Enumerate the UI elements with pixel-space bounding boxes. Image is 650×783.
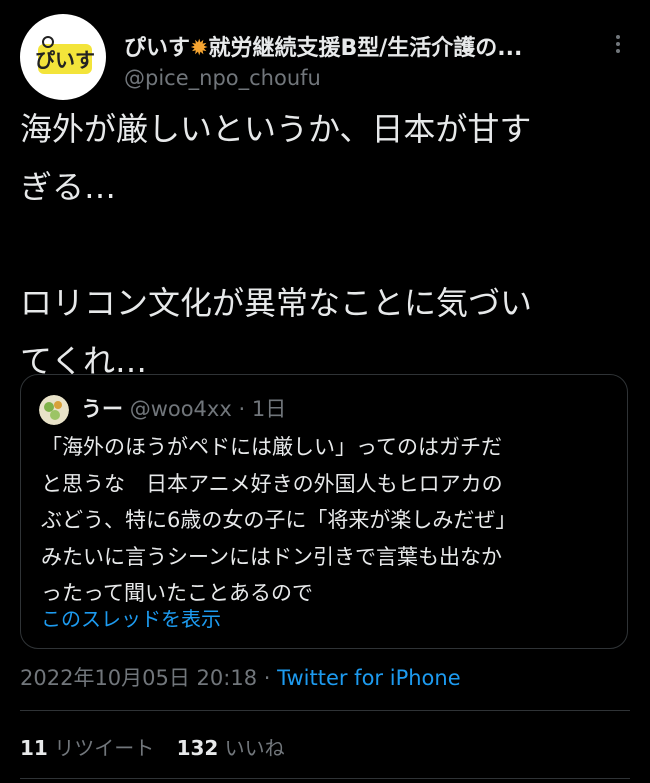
retweets-stat[interactable]: 11 リツイート (20, 736, 154, 760)
likes-stat[interactable]: 132 いいね (177, 736, 285, 760)
quote-author-name[interactable]: うー (81, 397, 123, 421)
author-name[interactable]: ぴいす✹就労継続支援B型/生活介護の... (124, 30, 580, 62)
tweet-timestamp-line: 2022年10月05日 20:18 · Twitter for iPhone (20, 662, 461, 692)
divider (20, 778, 630, 779)
quote-avatar[interactable] (39, 395, 69, 425)
sun-emoji-icon: ✹ (190, 36, 209, 61)
quoted-tweet[interactable]: うー @woo4xx · 1日 「海外のほうがペドには厳しい」ってのはガチだ と… (20, 374, 628, 649)
divider (20, 710, 630, 711)
tweet-source-link[interactable]: Twitter for iPhone (277, 666, 461, 690)
quote-time: 1日 (251, 397, 287, 421)
tweet-stats: 11 リツイート 132 いいね (20, 732, 301, 761)
quote-author-handle: @woo4xx (129, 397, 232, 421)
quote-header: うー @woo4xx · 1日 (81, 393, 286, 423)
tweet-text: 海外が厳しいというか、日本が甘す ぎる… ロリコン文化が異常なことに気づい てく… (20, 110, 533, 380)
avatar-logo-icon: ぴいす (35, 36, 95, 74)
tweet-timestamp[interactable]: 2022年10月05日 20:18 (20, 666, 257, 690)
quote-separator: · (238, 397, 246, 421)
more-icon[interactable] (606, 32, 630, 56)
show-thread-link[interactable]: このスレッドを表示 (41, 603, 221, 632)
svg-text:ぴいす: ぴいす (35, 48, 95, 72)
author-avatar[interactable]: ぴいす (20, 14, 106, 100)
tweet-header: ぴいす ぴいす✹就労継続支援B型/生活介護の... @pice_npo_chou… (20, 14, 630, 100)
quote-avatar-icon (39, 395, 69, 425)
author-handle[interactable]: @pice_npo_choufu (124, 66, 321, 90)
quote-text: 「海外のほうがペドには厳しい」ってのはガチだ と思うな 日本アニメ好きの外国人も… (41, 435, 517, 605)
timestamp-separator: · (257, 666, 278, 690)
